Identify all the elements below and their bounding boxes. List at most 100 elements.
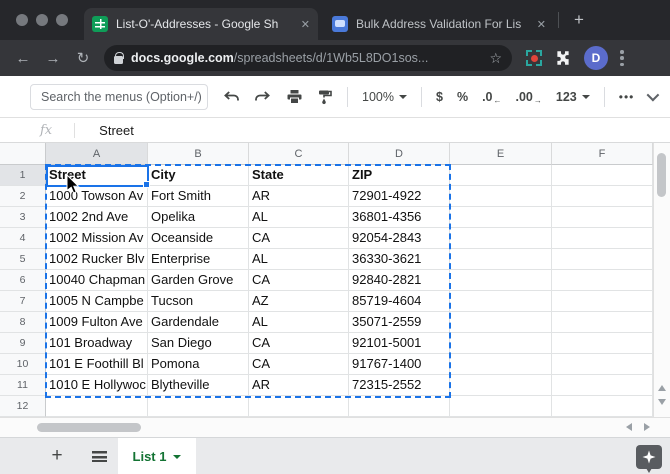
cell-C4[interactable]: CA bbox=[249, 228, 349, 249]
tab-validation[interactable]: Bulk Address Validation For Lis ✕ bbox=[324, 8, 554, 40]
cell-F5[interactable] bbox=[552, 249, 653, 270]
more-formats-button[interactable]: 123 bbox=[556, 90, 590, 104]
cell-E10[interactable] bbox=[450, 354, 552, 375]
print-icon[interactable] bbox=[286, 89, 303, 105]
scroll-up-icon[interactable] bbox=[658, 385, 666, 391]
decrease-decimal-button[interactable]: .0← bbox=[482, 89, 501, 105]
column-header-D[interactable]: D bbox=[349, 143, 450, 165]
cell-F12[interactable] bbox=[552, 396, 653, 417]
formula-bar-value[interactable]: Street bbox=[99, 123, 134, 138]
cell-C10[interactable]: CA bbox=[249, 354, 349, 375]
cell-C12[interactable] bbox=[249, 396, 349, 417]
cell-F3[interactable] bbox=[552, 207, 653, 228]
cell-E11[interactable] bbox=[450, 375, 552, 396]
cell-C5[interactable]: AL bbox=[249, 249, 349, 270]
select-all-corner[interactable] bbox=[0, 143, 46, 165]
add-sheet-button[interactable]: + bbox=[46, 445, 68, 467]
cell-E9[interactable] bbox=[450, 333, 552, 354]
increase-decimal-button[interactable]: .00→ bbox=[516, 89, 542, 105]
cell-B11[interactable]: Blytheville bbox=[148, 375, 249, 396]
scroll-down-icon[interactable] bbox=[658, 399, 666, 405]
menu-search-input[interactable]: Search the menus (Option+/) bbox=[30, 84, 208, 110]
all-sheets-icon[interactable] bbox=[92, 451, 107, 462]
row-header-10[interactable]: 10 bbox=[0, 354, 46, 375]
cell-B10[interactable]: Pomona bbox=[148, 354, 249, 375]
column-header-F[interactable]: F bbox=[552, 143, 653, 165]
cell-F8[interactable] bbox=[552, 312, 653, 333]
redo-icon[interactable] bbox=[254, 89, 272, 105]
cell-E7[interactable] bbox=[450, 291, 552, 312]
cell-B4[interactable]: Oceanside bbox=[148, 228, 249, 249]
cell-E12[interactable] bbox=[450, 396, 552, 417]
cell-D7[interactable]: 85719-4604 bbox=[349, 291, 450, 312]
cell-D6[interactable]: 92840-2821 bbox=[349, 270, 450, 291]
profile-avatar[interactable]: D bbox=[584, 46, 608, 70]
bookmark-star-icon[interactable]: ☆ bbox=[489, 50, 502, 67]
cell-B1[interactable]: City bbox=[148, 165, 249, 186]
cell-E1[interactable] bbox=[450, 165, 552, 186]
sheet-tab-menu-icon[interactable] bbox=[173, 455, 181, 459]
cell-A2[interactable]: 1000 Towson Av bbox=[46, 186, 148, 207]
cell-A12[interactable] bbox=[46, 396, 148, 417]
column-header-B[interactable]: B bbox=[148, 143, 249, 165]
cell-E6[interactable] bbox=[450, 270, 552, 291]
cell-B5[interactable]: Enterprise bbox=[148, 249, 249, 270]
window-close-button[interactable] bbox=[16, 14, 28, 26]
cell-D8[interactable]: 35071-2559 bbox=[349, 312, 450, 333]
row-header-4[interactable]: 4 bbox=[0, 228, 46, 249]
reload-icon[interactable]: ↻ bbox=[68, 49, 98, 67]
cell-B8[interactable]: Gardendale bbox=[148, 312, 249, 333]
back-icon[interactable]: ← bbox=[8, 50, 38, 67]
collapse-toolbar-icon[interactable] bbox=[647, 89, 660, 102]
cell-C9[interactable]: CA bbox=[249, 333, 349, 354]
cell-A9[interactable]: 101 Broadway bbox=[46, 333, 148, 354]
cell-C1[interactable]: State bbox=[249, 165, 349, 186]
vertical-scrollbar-thumb[interactable] bbox=[657, 153, 666, 197]
cell-C8[interactable]: AL bbox=[249, 312, 349, 333]
cell-E8[interactable] bbox=[450, 312, 552, 333]
cell-B12[interactable] bbox=[148, 396, 249, 417]
cell-A6[interactable]: 10040 Chapman bbox=[46, 270, 148, 291]
window-minimize-button[interactable] bbox=[36, 14, 48, 26]
more-toolbar-items-button[interactable]: ••• bbox=[619, 90, 635, 104]
row-header-2[interactable]: 2 bbox=[0, 186, 46, 207]
new-tab-button[interactable]: + bbox=[568, 9, 590, 31]
fill-handle[interactable] bbox=[143, 181, 150, 188]
zoom-select[interactable]: 100% bbox=[362, 90, 407, 104]
row-header-9[interactable]: 9 bbox=[0, 333, 46, 354]
cell-F10[interactable] bbox=[552, 354, 653, 375]
cell-D12[interactable] bbox=[349, 396, 450, 417]
cell-E4[interactable] bbox=[450, 228, 552, 249]
cell-F4[interactable] bbox=[552, 228, 653, 249]
cell-C2[interactable]: AR bbox=[249, 186, 349, 207]
address-bar[interactable]: docs.google.com/spreadsheets/d/1Wb5L8DO1… bbox=[104, 45, 512, 71]
tab-close-icon[interactable]: ✕ bbox=[537, 18, 546, 31]
scroll-right-icon[interactable] bbox=[644, 423, 650, 431]
cell-D1[interactable]: ZIP bbox=[349, 165, 450, 186]
undo-icon[interactable] bbox=[222, 89, 240, 105]
cell-E3[interactable] bbox=[450, 207, 552, 228]
forward-icon[interactable]: → bbox=[38, 50, 68, 67]
cell-C7[interactable]: AZ bbox=[249, 291, 349, 312]
row-header-12[interactable]: 12 bbox=[0, 396, 46, 417]
row-header-5[interactable]: 5 bbox=[0, 249, 46, 270]
screen-recorder-extension-icon[interactable] bbox=[526, 50, 542, 66]
cell-A10[interactable]: 101 E Foothill Bl bbox=[46, 354, 148, 375]
paint-format-icon[interactable] bbox=[317, 89, 333, 105]
cell-B3[interactable]: Opelika bbox=[148, 207, 249, 228]
cell-E5[interactable] bbox=[450, 249, 552, 270]
column-header-E[interactable]: E bbox=[450, 143, 552, 165]
horizontal-scrollbar[interactable] bbox=[0, 417, 670, 437]
cell-A7[interactable]: 1005 N Campbe bbox=[46, 291, 148, 312]
tab-close-icon[interactable]: ✕ bbox=[301, 18, 310, 31]
window-zoom-button[interactable] bbox=[56, 14, 68, 26]
horizontal-scrollbar-thumb[interactable] bbox=[37, 423, 141, 432]
cell-C11[interactable]: AR bbox=[249, 375, 349, 396]
cell-A5[interactable]: 1002 Rucker Blv bbox=[46, 249, 148, 270]
cell-D10[interactable]: 91767-1400 bbox=[349, 354, 450, 375]
cell-E2[interactable] bbox=[450, 186, 552, 207]
cell-B9[interactable]: San Diego bbox=[148, 333, 249, 354]
vertical-scrollbar[interactable] bbox=[653, 143, 670, 417]
row-header-8[interactable]: 8 bbox=[0, 312, 46, 333]
cell-B7[interactable]: Tucson bbox=[148, 291, 249, 312]
